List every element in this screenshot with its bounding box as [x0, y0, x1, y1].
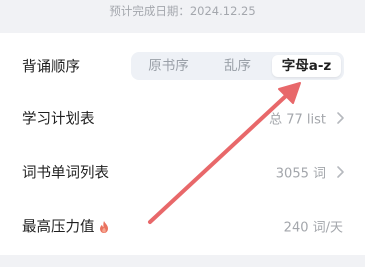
study-plan-row[interactable]: 学习计划表 总 77 list — [0, 91, 365, 145]
settings-card: 背诵顺序 原书序 乱序 字母a-z 学习计划表 总 77 list 词书单词列表… — [0, 33, 365, 255]
order-option-alphabetical[interactable]: 字母a-z — [272, 55, 341, 77]
chevron-right-icon — [337, 166, 344, 178]
order-segmented-control: 原书序 乱序 字母a-z — [131, 52, 344, 80]
order-label: 背诵顺序 — [22, 59, 80, 76]
flame-icon — [99, 220, 108, 233]
max-pressure-row[interactable]: 最高压力值 240 词/天 — [0, 199, 365, 253]
order-setting-row: 背诵顺序 原书序 乱序 字母a-z — [0, 39, 365, 93]
word-list-row[interactable]: 词书单词列表 3055 词 — [0, 145, 365, 199]
order-option-book[interactable]: 原书序 — [134, 55, 203, 77]
word-list-label: 词书单词列表 — [22, 165, 109, 182]
study-plan-value: 总 77 list — [269, 112, 326, 128]
completion-date-note: 预计完成日期：2024.12.25 — [109, 4, 256, 18]
max-pressure-label: 最高压力值 — [22, 219, 95, 236]
max-pressure-label-group: 最高压力值 — [22, 216, 109, 237]
word-list-value: 3055 词 — [275, 166, 326, 182]
order-option-random[interactable]: 乱序 — [203, 55, 272, 77]
max-pressure-value: 240 词/天 — [283, 220, 343, 236]
study-plan-label: 学习计划表 — [22, 111, 95, 128]
chevron-right-icon — [337, 112, 344, 124]
